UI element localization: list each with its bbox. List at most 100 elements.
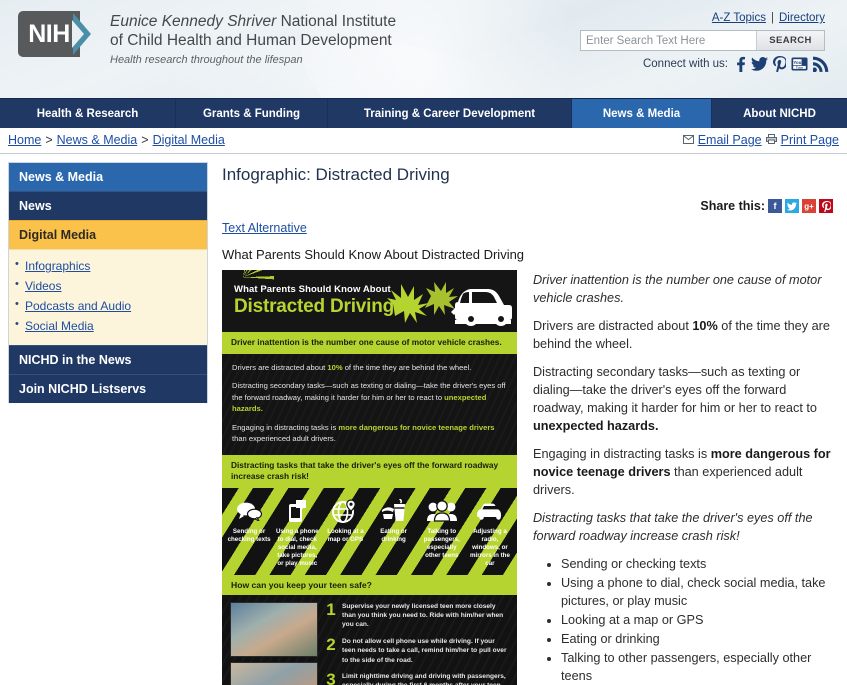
agency-name-rest: National Institute	[276, 13, 397, 30]
twitter-share-icon[interactable]	[785, 199, 799, 213]
infographic-headline-small: What Parents Should Know About	[234, 284, 391, 295]
sidebar-sublink-infographics[interactable]: Infographics	[25, 259, 90, 273]
p2-pre: Drivers are distracted about	[533, 319, 693, 333]
sidebar-nav-box: News & Media News Digital Media Infograp…	[8, 162, 208, 403]
connect-label: Connect with us:	[642, 58, 728, 70]
facebook-icon[interactable]	[735, 56, 746, 72]
pinterest-icon[interactable]	[773, 56, 786, 72]
sidebar-item-nichd-in-the-news[interactable]: NICHD in the News	[9, 345, 207, 374]
stat3-post: than experienced adult drivers.	[232, 434, 336, 443]
text-alternative-row: Text Alternative	[222, 221, 833, 235]
facebook-share-icon[interactable]: f	[768, 199, 782, 213]
print-page-link[interactable]: Print Page	[781, 133, 839, 147]
content-columns: What Parents Should Know About Distracte…	[222, 270, 833, 685]
search-input[interactable]	[581, 31, 756, 50]
envelope-icon	[682, 133, 694, 147]
distracted-driving-infographic[interactable]: What Parents Should Know About Distracte…	[222, 270, 517, 685]
food-drink-icon	[371, 496, 417, 526]
distraction-caption: Adjusting a radio, windows, or mirrors i…	[470, 527, 510, 568]
search-bar: SEARCH	[580, 30, 825, 51]
list-item: 1 Supervise your newly licensed teen mor…	[325, 599, 509, 630]
nih-logo[interactable]: NIH Eunice Kennedy Shriver National Inst…	[18, 11, 396, 66]
page-body: News & Media News Digital Media Infograp…	[0, 154, 847, 685]
distraction-item: Adjusting a radio, windows, or mirrors i…	[466, 496, 514, 569]
step-text: Limit nighttime driving and driving with…	[342, 672, 506, 685]
breadcrumb-item-home[interactable]: Home	[8, 133, 41, 147]
step-number: 2	[326, 634, 336, 654]
sidebar-sublink-social-media[interactable]: Social Media	[25, 319, 94, 333]
distraction-caption: Talking to passengers, especially other …	[423, 527, 460, 560]
infographic-band-2: Distracting tasks that take the driver's…	[222, 454, 517, 488]
step-number: 3	[326, 669, 336, 685]
list-item: Talking to other passengers, especially …	[561, 649, 833, 685]
directory-link[interactable]: Directory	[779, 12, 825, 24]
sidebar: News & Media News Digital Media Infograp…	[0, 154, 216, 682]
nih-logo-mark: NIH	[18, 11, 96, 57]
rss-icon[interactable]	[813, 56, 829, 72]
main-navigation: Health & Research Grants & Funding Train…	[0, 98, 847, 128]
agency-name-italic: Eunice Kennedy Shriver	[110, 13, 277, 30]
breadcrumb-item-news-media[interactable]: News & Media	[57, 133, 138, 147]
distraction-item: Talking to passengers, especially other …	[418, 496, 466, 569]
infographic-photos	[230, 601, 318, 685]
list-item: Sending or checking texts	[561, 555, 833, 573]
nav-item-about-nichd[interactable]: About NICHD	[712, 99, 847, 128]
nav-item-health-research[interactable]: Health & Research	[0, 99, 176, 128]
sidebar-sublink-podcasts-and-audio[interactable]: Podcasts and Audio	[25, 299, 131, 313]
stat1-highlight: 10%	[327, 362, 343, 372]
article-paragraph-4: Engaging in distracting tasks is more da…	[533, 445, 833, 499]
breadcrumb: Home > News & Media > Digital Media	[8, 133, 225, 147]
list-item: Videos	[9, 276, 207, 296]
distraction-caption: Looking at a map or GPS	[327, 527, 364, 543]
agency-name-line1: Eunice Kennedy Shriver National Institut…	[110, 12, 396, 31]
infographic-hero: What Parents Should Know About Distracte…	[222, 270, 517, 332]
article-paragraph-3: Distracting secondary tasks—such as text…	[533, 363, 833, 435]
infographic-hero-text: What Parents Should Know About Distracte…	[234, 284, 507, 318]
car-icon	[467, 496, 513, 526]
breadcrumb-bar: Home > News & Media > Digital Media Email Pa…	[0, 128, 847, 154]
list-item: Using a phone to dial, check social medi…	[561, 574, 833, 610]
printer-icon	[765, 133, 777, 147]
search-button[interactable]: SEARCH	[756, 31, 824, 50]
sidebar-header-news-media: News & Media	[9, 163, 207, 191]
sidebar-item-news[interactable]: News	[9, 191, 207, 220]
googleplus-share-icon[interactable]: g+	[802, 199, 816, 213]
nih-logo-text: NIH	[18, 11, 80, 57]
photo-teens-phone-in-car	[230, 661, 318, 685]
nav-item-training-career-development[interactable]: Training & Career Development	[328, 99, 572, 128]
email-page-link[interactable]: Email Page	[698, 133, 762, 147]
a-z-topics-link[interactable]: A-Z Topics	[712, 12, 766, 24]
list-item: Eating or drinking	[561, 630, 833, 648]
main-content: Infographic: Distracted Driving Share th…	[216, 154, 847, 685]
nav-item-news-media[interactable]: News & Media	[572, 99, 712, 128]
text-alternative-link[interactable]: Text Alternative	[222, 221, 307, 235]
utility-links: A-Z Topics | Directory	[712, 12, 825, 24]
list-item: 2 Do not allow cell phone use while driv…	[325, 634, 509, 665]
breadcrumb-item-digital-media[interactable]: Digital Media	[153, 133, 225, 147]
infographic-tips: 1 Supervise your newly licensed teen mor…	[222, 595, 517, 685]
sidebar-sublink-videos[interactable]: Videos	[25, 279, 61, 293]
stat3-pre: Engaging in distracting tasks is	[232, 422, 339, 432]
twitter-icon[interactable]	[751, 56, 768, 72]
p3-bold: unexpected hazards.	[533, 419, 659, 433]
p3-pre: Distracting secondary tasks—such as text…	[533, 365, 817, 415]
site-header: NIH Eunice Kennedy Shriver National Inst…	[0, 0, 847, 98]
smartphone-icon	[274, 496, 320, 526]
pinterest-share-icon[interactable]	[819, 199, 833, 213]
youtube-icon[interactable]: You Tube	[791, 56, 808, 72]
list-item: Social Media	[9, 316, 207, 336]
step-number: 1	[326, 599, 336, 619]
sidebar-item-digital-media[interactable]: Digital Media	[9, 220, 207, 249]
share-label: Share this:	[700, 199, 765, 213]
infographic-distraction-icons: Sending or checking texts Using a phone …	[222, 487, 517, 575]
globe-pin-icon	[322, 496, 368, 526]
infographic-stats: Drivers are distracted about 10% of the …	[222, 354, 517, 455]
infographic-safe-band: How can you keep your teen safe?	[222, 574, 517, 595]
distraction-caption: Using a phone to dial, check social medi…	[275, 527, 319, 568]
breadcrumb-separator: >	[45, 133, 53, 147]
step-text: Do not allow cell phone use while drivin…	[342, 637, 507, 664]
nav-item-grants-funding[interactable]: Grants & Funding	[176, 99, 328, 128]
sidebar-item-join-nichd-listservs[interactable]: Join NICHD Listservs	[9, 374, 207, 403]
list-item: 3 Limit nighttime driving and driving wi…	[325, 669, 509, 685]
page-title: Infographic: Distracted Driving	[222, 165, 450, 184]
